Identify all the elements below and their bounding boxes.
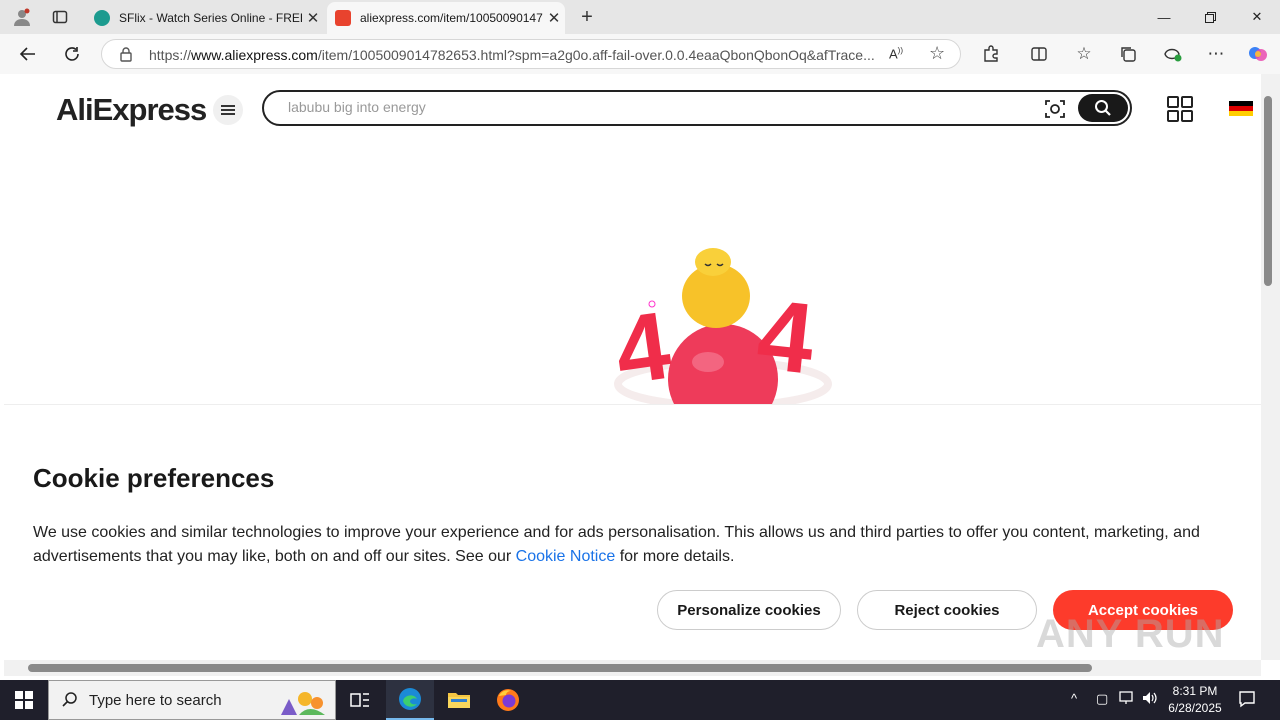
start-button[interactable] — [0, 680, 48, 720]
error-404-illustration: 4 4 — [608, 244, 838, 434]
search-button[interactable] — [1078, 94, 1128, 122]
restore-icon[interactable] — [1187, 6, 1233, 28]
search-highlight-icon — [271, 685, 333, 722]
favorites-icon[interactable]: ☆ — [1072, 42, 1096, 66]
minimize-icon[interactable]: — — [1141, 6, 1187, 28]
cookie-description: We use cookies and similar technologies … — [33, 521, 1223, 569]
favorite-star-icon[interactable]: ☆ — [929, 43, 945, 64]
reject-cookies-button[interactable]: Reject cookies — [857, 590, 1037, 630]
close-tab-icon[interactable]: ✕ — [302, 9, 324, 27]
windows-taskbar: Type here to search ^ ▢ 8:31 PM 6/28/202… — [0, 680, 1280, 720]
image-search-icon[interactable] — [1044, 98, 1066, 120]
file-explorer-icon[interactable] — [435, 680, 483, 720]
volume-icon[interactable] — [1142, 691, 1158, 708]
tab-aliexpress[interactable]: aliexpress.com/item/1005009014782653 ✕ — [327, 2, 565, 34]
windows-logo-icon — [15, 691, 33, 709]
refresh-icon[interactable] — [60, 42, 84, 66]
collections-icon[interactable] — [1116, 42, 1140, 66]
anyrun-watermark: ANY RUN — [1036, 612, 1225, 656]
new-tab-icon[interactable]: + — [578, 6, 596, 28]
personalize-cookies-button[interactable]: Personalize cookies — [657, 590, 841, 630]
tray-overflow-icon[interactable]: ^ — [1071, 691, 1077, 706]
network-icon[interactable] — [1119, 691, 1135, 708]
search-input[interactable] — [286, 98, 990, 116]
task-view-icon[interactable] — [336, 680, 384, 720]
clock-date: 6/28/2025 — [1168, 701, 1222, 715]
aliexpress-favicon-icon — [335, 10, 351, 26]
category-menu-button[interactable] — [213, 95, 243, 125]
browser-tab-strip: SFlix - Watch Series Online - FREE ✕ ali… — [0, 0, 1280, 34]
aliexpress-logo[interactable]: AliExpress — [56, 92, 207, 128]
firefox-icon[interactable] — [484, 680, 532, 720]
url-domain: www.aliexpress.com — [191, 47, 318, 63]
close-tab-icon[interactable]: ✕ — [543, 9, 565, 27]
url-prefix: https:// — [149, 47, 192, 63]
profile-icon[interactable] — [13, 8, 31, 26]
tab-title: aliexpress.com/item/1005009014782653 — [360, 11, 543, 25]
cookie-title: Cookie preferences — [33, 463, 275, 493]
tray-device-icon[interactable]: ▢ — [1096, 691, 1108, 707]
tab-title: SFlix - Watch Series Online - FREE — [119, 11, 302, 25]
taskbar-search-box[interactable]: Type here to search — [48, 680, 336, 720]
close-window-icon[interactable]: ✕ — [1234, 6, 1280, 28]
qr-code-icon[interactable] — [1167, 96, 1193, 122]
cookie-notice-link[interactable]: Cookie Notice — [516, 548, 616, 565]
notifications-icon[interactable] — [1238, 690, 1256, 711]
edge-taskbar-icon[interactable] — [386, 680, 434, 720]
read-aloud-icon[interactable]: A)) — [889, 46, 903, 61]
copilot-icon[interactable] — [1246, 42, 1270, 66]
tab-actions-icon[interactable] — [51, 8, 69, 26]
horizontal-scroll-thumb[interactable] — [28, 664, 1092, 672]
illustration-digit-right: 4 — [752, 278, 820, 396]
sflix-favicon-icon — [94, 10, 110, 26]
search-bar — [262, 90, 1132, 126]
clock-time: 8:31 PM — [1172, 684, 1218, 698]
extensions-icon[interactable] — [979, 42, 1003, 66]
browser-toolbar: https://www.aliexpress.com/item/10050090… — [0, 34, 1280, 74]
address-bar[interactable]: https://www.aliexpress.com/item/10050090… — [101, 39, 961, 69]
hamburger-icon — [221, 105, 235, 115]
vertical-scroll-thumb[interactable] — [1264, 96, 1272, 286]
taskbar-search-placeholder: Type here to search — [89, 692, 222, 709]
cookie-text-end: for more details. — [615, 548, 735, 565]
germany-flag-icon[interactable] — [1229, 101, 1253, 116]
search-icon — [1095, 100, 1111, 116]
browser-essentials-icon[interactable] — [1161, 42, 1185, 66]
back-icon[interactable] — [16, 42, 40, 66]
split-screen-icon[interactable] — [1027, 42, 1051, 66]
settings-more-icon[interactable]: ⋯ — [1204, 42, 1228, 66]
system-clock[interactable]: 8:31 PM 6/28/2025 — [1160, 683, 1230, 717]
search-icon — [61, 691, 79, 714]
tab-sflix[interactable]: SFlix - Watch Series Online - FREE ✕ — [86, 2, 324, 34]
url-text[interactable]: https://www.aliexpress.com/item/10050090… — [149, 47, 879, 63]
site-info-icon[interactable] — [118, 46, 134, 67]
url-path: /item/1005009014782653.html?spm=a2g0o.af… — [317, 47, 875, 63]
